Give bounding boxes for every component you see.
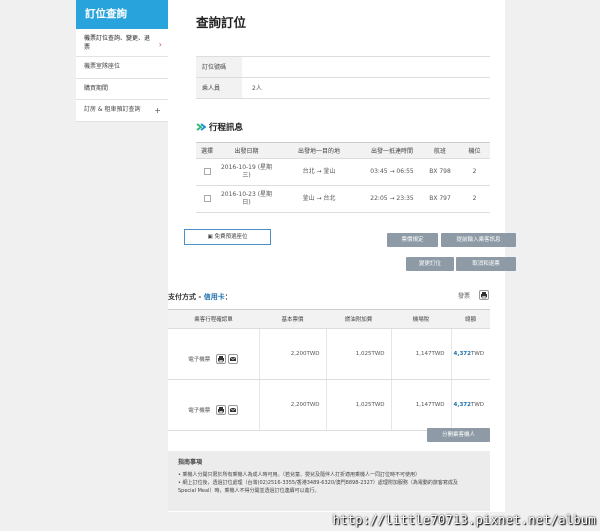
- payment-colon: ：: [224, 293, 232, 301]
- passenger-count-value: 2人: [252, 85, 262, 92]
- watermark: http://little70713.pixnet.net/album: [332, 513, 596, 527]
- sidebar-item-booking-manage[interactable]: 機票訂位查詢、變更、退票 ›: [76, 29, 168, 57]
- flight-route: 台北 → 釜山: [275, 158, 363, 186]
- enter-passenger-info-button[interactable]: 提前輸入乘客訊息: [441, 233, 516, 247]
- flight-time: 22:05 → 23:35: [363, 185, 421, 213]
- sidebar-item-seat[interactable]: 機票室隊座位: [76, 57, 168, 79]
- itinerary-title: 行程訊息: [209, 123, 244, 133]
- flight-date: 2016-10-23 (星期日): [218, 185, 275, 213]
- col-base-fare: 基本票價: [259, 309, 326, 329]
- cancel-refund-button[interactable]: 取消和退票: [456, 257, 516, 271]
- free-seat-label: 免費預選座位: [214, 234, 248, 240]
- flight-time: 03:45 → 06:55: [363, 158, 421, 186]
- notes-box: 指南事項 • 乘機人分開只限於所有乘機人為成人時可用。（若兒童、嬰兒及隨伴人打折…: [168, 451, 490, 511]
- flight-select-checkbox[interactable]: [203, 167, 211, 175]
- col-select: 選擇: [196, 142, 218, 159]
- total-amount: 4,372: [453, 351, 471, 357]
- tax-value: 1,147TWD: [391, 328, 452, 380]
- passenger-count-label: 乘人員: [196, 78, 242, 98]
- sidebar-item-label: 機票室隊座位: [84, 63, 121, 70]
- booking-code-label: 訂位號碼: [196, 57, 242, 77]
- notes-line: • 乘機人分開只限於所有乘機人為成人時可用。（若兒童、嬰兒及隨伴人打折適用乘機人…: [178, 471, 421, 478]
- main-content: 查詢訂位 訂位號碼 乘人員 2人 行程訊息 選擇 出發日期 出發地一目的地 出發…: [168, 0, 516, 512]
- col-flight: 航班: [421, 142, 459, 159]
- flight-number: BX 798: [421, 158, 459, 186]
- passenger-count-row: 乘人員 2人: [196, 78, 490, 99]
- printer-icon[interactable]: [216, 354, 227, 364]
- change-booking-button[interactable]: 變更訂位: [406, 257, 454, 271]
- col-document: 乘客行程確認單: [168, 309, 259, 329]
- total-value: 4,372TWD: [451, 379, 490, 431]
- itinerary-heading: 行程訊息: [196, 121, 243, 133]
- sidebar-item-label: 機票訂位查詢、變更、退票: [84, 35, 151, 51]
- payment-heading: 支付方式 - 信用卡：: [168, 292, 232, 302]
- receipt-area: 發票: [458, 290, 489, 300]
- col-total: 總額: [451, 309, 490, 329]
- total-currency: TWD: [470, 402, 484, 408]
- sidebar: 訂位查詢 機票訂位查詢、變更、退票 › 機票室隊座位 購買期間 訂房 & 租車預…: [76, 0, 168, 123]
- table-row: 電子機票 2,200TWD 1,025TWD 1,147TWD 4,372TWD: [168, 328, 490, 380]
- receipt-label: 發票: [457, 292, 470, 300]
- page-title: 查詢訂位: [196, 15, 247, 30]
- sidebar-item-purchase[interactable]: 購買期間: [76, 79, 168, 101]
- notes-line: Special Meal）時，乘機人不得分開並透過訂位連續可以進行。: [178, 488, 320, 495]
- email-icon[interactable]: [228, 405, 239, 415]
- tax-value: 1,147TWD: [391, 379, 452, 431]
- flight-date: 2016-10-19 (星期三): [218, 158, 275, 186]
- notes-line: • 網上訂位後，透過訂位處理（台灣(02)2516-3355/香港3489-63…: [178, 480, 458, 487]
- col-seats: 機位: [459, 142, 490, 159]
- table-row: 2016-10-19 (星期三) 台北 → 釜山 03:45 → 06:55 B…: [196, 158, 490, 186]
- table-row: 電子機票 2,200TWD 1,025TWD 1,147TWD 4,372TWD: [168, 379, 490, 431]
- sidebar-item-label: 訂房 & 租車預訂查詢: [84, 106, 141, 114]
- sidebar-item-label: 購買期間: [84, 84, 109, 92]
- col-date: 出發日期: [218, 142, 275, 159]
- e-ticket-label: 電子機票: [188, 357, 211, 363]
- booking-code-row: 訂位號碼: [196, 57, 490, 78]
- total-amount: 4,372: [453, 402, 471, 408]
- flight-table-header: 選擇 出發日期 出發地一目的地 出發一抵達時間 航班 機位: [196, 142, 490, 159]
- printer-icon[interactable]: [216, 405, 227, 415]
- payment-table: 乘客行程確認單 基本票價 燃油附加費 機場稅 總額 電子機票 2,200TWD …: [168, 309, 490, 431]
- payment-table-header: 乘客行程確認單 基本票價 燃油附加費 機場稅 總額: [168, 309, 490, 329]
- plus-icon: +: [154, 106, 161, 116]
- total-value: 4,372TWD: [451, 328, 490, 380]
- col-fuel: 燃油附加費: [326, 309, 391, 329]
- sidebar-item-hotel-car[interactable]: 訂房 & 租車預訂查詢 +: [76, 100, 168, 123]
- seat-icon: ▣: [207, 234, 213, 240]
- fuel-value: 1,025TWD: [326, 379, 392, 431]
- free-seat-button[interactable]: ▣ 免費預選座位: [184, 229, 271, 245]
- table-row: 2016-10-23 (星期日) 釜山 → 台北 22:05 → 23:35 B…: [196, 185, 490, 213]
- base-fare-value: 2,200TWD: [259, 379, 327, 431]
- payment-method: 信用卡: [203, 293, 225, 301]
- sidebar-title: 訂位查詢: [76, 0, 168, 29]
- itinerary-logo-icon: [196, 123, 206, 131]
- col-time: 出發一抵達時間: [363, 142, 421, 159]
- total-currency: TWD: [470, 351, 484, 357]
- payment-label: 支付方式 -: [168, 293, 204, 301]
- flight-seats: 2: [459, 158, 490, 186]
- email-icon[interactable]: [228, 354, 239, 364]
- flight-number: BX 797: [421, 185, 459, 213]
- col-route: 出發地一目的地: [275, 142, 363, 159]
- fuel-value: 1,025TWD: [326, 328, 392, 380]
- e-ticket-label: 電子機票: [188, 408, 211, 414]
- flight-route: 釜山 → 台北: [275, 185, 363, 213]
- flight-seats: 2: [459, 185, 490, 213]
- booking-info-table: 訂位號碼 乘人員 2人: [196, 56, 490, 99]
- printer-icon[interactable]: [479, 290, 489, 300]
- flight-select-checkbox[interactable]: [203, 194, 211, 202]
- flight-table: 選擇 出發日期 出發地一目的地 出發一抵達時間 航班 機位 2016-10-19…: [196, 142, 490, 213]
- notes-title: 指南事項: [178, 459, 203, 466]
- booking-code-value: [242, 57, 252, 77]
- col-tax: 機場稅: [391, 309, 451, 329]
- fare-rules-button[interactable]: 票價規定: [387, 233, 438, 247]
- split-passenger-button[interactable]: 分開乘客機人: [427, 428, 490, 442]
- chevron-right-icon: ›: [158, 40, 162, 49]
- base-fare-value: 2,200TWD: [259, 328, 327, 380]
